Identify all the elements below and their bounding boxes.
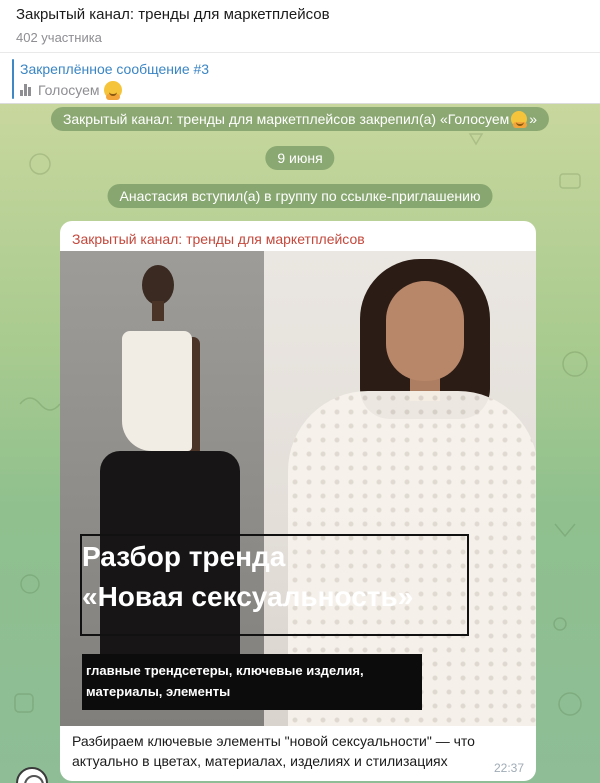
model-left-top [122,331,192,451]
image-headline-line-2: «Новая сексуальность» [82,581,414,612]
pinned-text: Голосуем [38,82,100,98]
post-sender-name[interactable]: Закрытый канал: тренды для маркетплейсов [72,231,365,247]
channel-post-bubble[interactable]: Закрытый канал: тренды для маркетплейсов… [60,221,536,781]
post-image[interactable]: Разбор тренда «Новая сексуальность» глав… [60,251,536,726]
model-left-neck [152,301,164,321]
image-headline: Разбор тренда «Новая сексуальность» [82,537,413,617]
hugging-face-emoji-icon [511,111,528,128]
pinned-preview: Голосуем [20,81,122,100]
member-count: 402 участника [16,30,102,45]
model-left-head [142,265,174,305]
pin-service-close: » [529,111,538,127]
chat-header[interactable]: Закрытый канал: тренды для маркетплейсов… [0,0,600,52]
post-time: 22:37 [493,761,524,775]
pin-service-text: Закрытый канал: тренды для маркетплейсов… [62,111,510,127]
date-separator: 9 июня [265,146,335,170]
join-service-message: Анастасия вступил(а) в группу по ссылке-… [107,184,493,208]
chat-title: Закрытый канал: тренды для маркетплейсов [16,6,330,23]
post-caption: Разбираем ключевые элементы "новой сексу… [72,733,475,769]
pin-service-message[interactable]: Закрытый канал: тренды для маркетплейсов… [50,107,550,131]
pinned-title: Закреплённое сообщение #3 [20,61,210,77]
image-headline-line-1: Разбор тренда [82,541,286,572]
pinned-indicator [12,59,14,99]
poll-icon [20,84,31,96]
image-tag-text: главные трендсетеры, ключевые изделия, м… [86,663,364,699]
pinned-message-bar[interactable]: Закреплённое сообщение #3 Голосуем [0,52,600,104]
model-right-face [386,281,464,381]
hugging-face-emoji-icon [103,81,122,100]
chat-area[interactable]: Закрытый канал: тренды для маркетплейсов… [0,104,600,783]
